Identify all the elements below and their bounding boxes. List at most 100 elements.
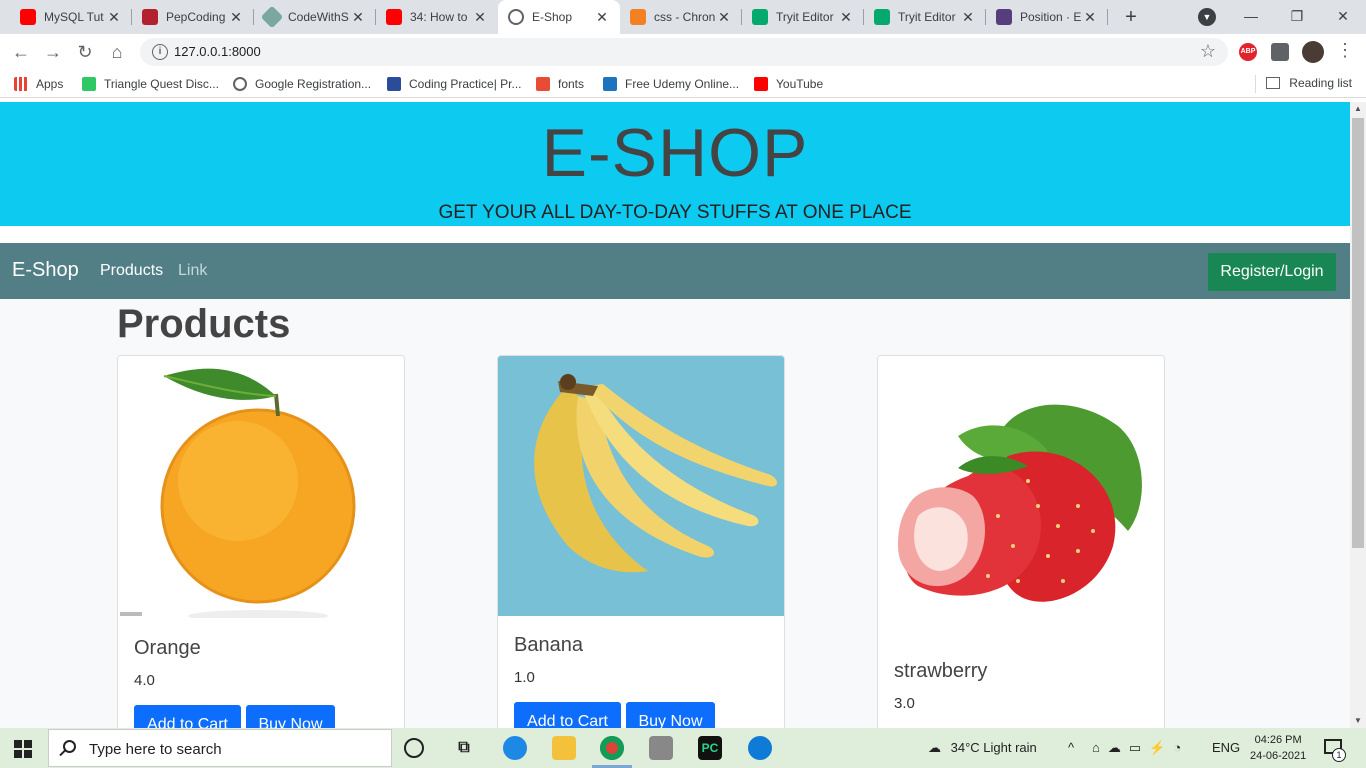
close-window-icon[interactable]: ✕ [1320, 0, 1366, 34]
close-icon[interactable]: ✕ [960, 9, 976, 26]
bookmark-label: Free Udemy Online... [625, 77, 740, 91]
task-view-icon[interactable]: ⧉ [452, 736, 476, 760]
more-menu-icon[interactable]: ⋮ [1336, 40, 1354, 61]
buy-now-button[interactable]: Buy Now [246, 705, 335, 728]
close-icon[interactable]: ✕ [838, 9, 854, 26]
close-icon[interactable]: ✕ [472, 9, 488, 26]
new-tab-button[interactable]: + [1118, 4, 1144, 30]
w3schools-icon [752, 9, 768, 25]
page-scrollbar[interactable]: ▲ ▼ [1350, 102, 1366, 728]
bookmark-youtube[interactable]: YouTube [754, 76, 823, 92]
adblock-plus-icon[interactable]: ABP [1239, 43, 1257, 61]
register-login-button[interactable]: Register/Login [1208, 253, 1336, 291]
windows-start-icon[interactable] [14, 740, 32, 758]
clock-date: 24-06-2021 [1250, 750, 1307, 762]
close-icon[interactable]: ✕ [228, 9, 244, 26]
product-image-strawberry [878, 356, 1164, 646]
bookmark-label: Coding Practice| Pr... [409, 77, 522, 91]
tab-eshop[interactable]: E-Shop ✕ [498, 0, 620, 34]
add-to-cart-button[interactable]: Add to Cart [514, 702, 621, 728]
tab-pepcoding[interactable]: PepCoding ✕ [132, 0, 254, 34]
bookmark-google-registration[interactable]: Google Registration... [233, 76, 371, 92]
scroll-down-icon[interactable]: ▼ [1350, 714, 1366, 728]
apps-grid-icon [14, 77, 28, 91]
close-icon[interactable]: ✕ [716, 9, 732, 26]
notification-badge: 1 [1332, 748, 1346, 762]
bookmark-coding-practice[interactable]: Coding Practice| Pr... [387, 76, 522, 92]
product-card-strawberry: strawberry 3.0 [877, 355, 1165, 728]
cloud-rain-icon: ☁ [928, 740, 941, 755]
bookmark-apps[interactable]: Apps [14, 76, 63, 92]
clock-time: 04:26 PM [1254, 734, 1302, 746]
system-tray-icons[interactable]: ⌂☁▭⚡◔ [1092, 740, 1189, 756]
tab-tryit-editor-1[interactable]: Tryit Editor ✕ [742, 0, 864, 34]
tab-bootstrap-position[interactable]: Position · E ✕ [986, 0, 1108, 34]
bookmark-label: YouTube [776, 77, 824, 91]
tab-stackoverflow[interactable]: css - Chron ✕ [620, 0, 742, 34]
tab-tryit-editor-2[interactable]: Tryit Editor ✕ [864, 0, 986, 34]
scrollbar-thumb[interactable] [1352, 118, 1364, 548]
extensions-puzzle-icon[interactable] [1271, 43, 1289, 61]
language-indicator[interactable]: ENG [1212, 740, 1240, 755]
home-icon[interactable]: ⌂ [104, 39, 130, 65]
bookmark-fonts[interactable]: fonts [536, 76, 584, 92]
site-info-icon[interactable]: i [152, 44, 168, 60]
bootstrap-icon [996, 9, 1012, 25]
search-placeholder: Type here to search [89, 741, 222, 758]
bookmarks-bar: Apps Triangle Quest Disc... Google Regis… [0, 70, 1366, 98]
taskbar-search-box[interactable]: Type here to search [48, 729, 392, 767]
tab-label: E-Shop [532, 10, 573, 24]
nav-link-products[interactable]: Products [100, 262, 163, 280]
bookmark-label: Apps [36, 77, 64, 91]
browser-tab-strip: MySQL Tut ✕ PepCoding ✕ CodeWithS ✕ 34: … [0, 0, 1366, 34]
pepcoding-icon [142, 9, 158, 25]
back-icon[interactable]: ← [8, 39, 34, 65]
windows-taskbar: Type here to search ⧉ PC ☁ 34°C Light ra… [0, 728, 1366, 768]
safari-like-icon[interactable] [503, 736, 527, 760]
address-bar[interactable]: i 127.0.0.1:8000 ☆ [140, 38, 1228, 66]
close-icon[interactable]: ✕ [350, 9, 366, 26]
reading-list-button[interactable]: Reading list [1266, 76, 1352, 90]
restore-icon[interactable]: ❐ [1274, 0, 1320, 34]
rd-icon [603, 77, 617, 91]
url-text[interactable]: 127.0.0.1:8000 [174, 44, 261, 59]
show-hidden-icons[interactable]: ^ [1068, 740, 1074, 755]
buy-now-button[interactable]: Buy Now [626, 702, 715, 728]
close-icon[interactable]: ✕ [1082, 9, 1098, 26]
minimize-icon[interactable]: — [1228, 0, 1274, 34]
close-icon[interactable]: ✕ [106, 9, 122, 26]
nav-link-link[interactable]: Link [178, 262, 207, 280]
cortana-icon[interactable] [404, 738, 424, 758]
reload-icon[interactable]: ↻ [72, 39, 98, 65]
pycharm-icon[interactable]: PC [698, 736, 722, 760]
clock[interactable]: 04:26 PM 24-06-2021 [1250, 732, 1306, 764]
scroll-up-icon[interactable]: ▲ [1350, 102, 1366, 116]
bookmark-triangle-quest[interactable]: Triangle Quest Disc... [82, 76, 219, 92]
database-icon[interactable] [649, 736, 673, 760]
profile-avatar[interactable] [1302, 41, 1324, 63]
w3schools-icon [874, 9, 890, 25]
navbar-brand[interactable]: E-Shop [12, 259, 79, 282]
tab-label: css - Chron [654, 10, 716, 24]
tab-label: Position · E [1020, 10, 1082, 24]
tab-mysql[interactable]: MySQL Tut ✕ [10, 0, 132, 34]
youtube-icon [20, 9, 36, 25]
close-icon[interactable]: ✕ [594, 9, 610, 26]
tab-search-icon[interactable]: ▼ [1198, 8, 1216, 26]
add-to-cart-button[interactable]: Add to Cart [134, 705, 241, 728]
bookmark-label: Triangle Quest Disc... [104, 77, 219, 91]
weather-widget[interactable]: ☁ 34°C Light rain [928, 740, 1037, 756]
product-price: 4.0 [134, 672, 155, 689]
tab-codewithharry[interactable]: CodeWithS ✕ [254, 0, 376, 34]
chrome-icon[interactable] [600, 736, 624, 760]
forward-icon[interactable]: → [40, 39, 66, 65]
bookmark-free-udemy[interactable]: Free Udemy Online... [603, 76, 739, 92]
youtube-icon [754, 77, 768, 91]
product-price: 1.0 [514, 669, 535, 686]
bookmark-star-icon[interactable]: ☆ [1200, 41, 1216, 62]
edge-icon[interactable] [748, 736, 772, 760]
file-explorer-icon[interactable] [552, 736, 576, 760]
tab-youtube-video[interactable]: 34: How to ✕ [376, 0, 498, 34]
hero-title: E-SHOP [541, 115, 809, 191]
site-navbar: E-Shop Products Link Register/Login [0, 243, 1350, 299]
